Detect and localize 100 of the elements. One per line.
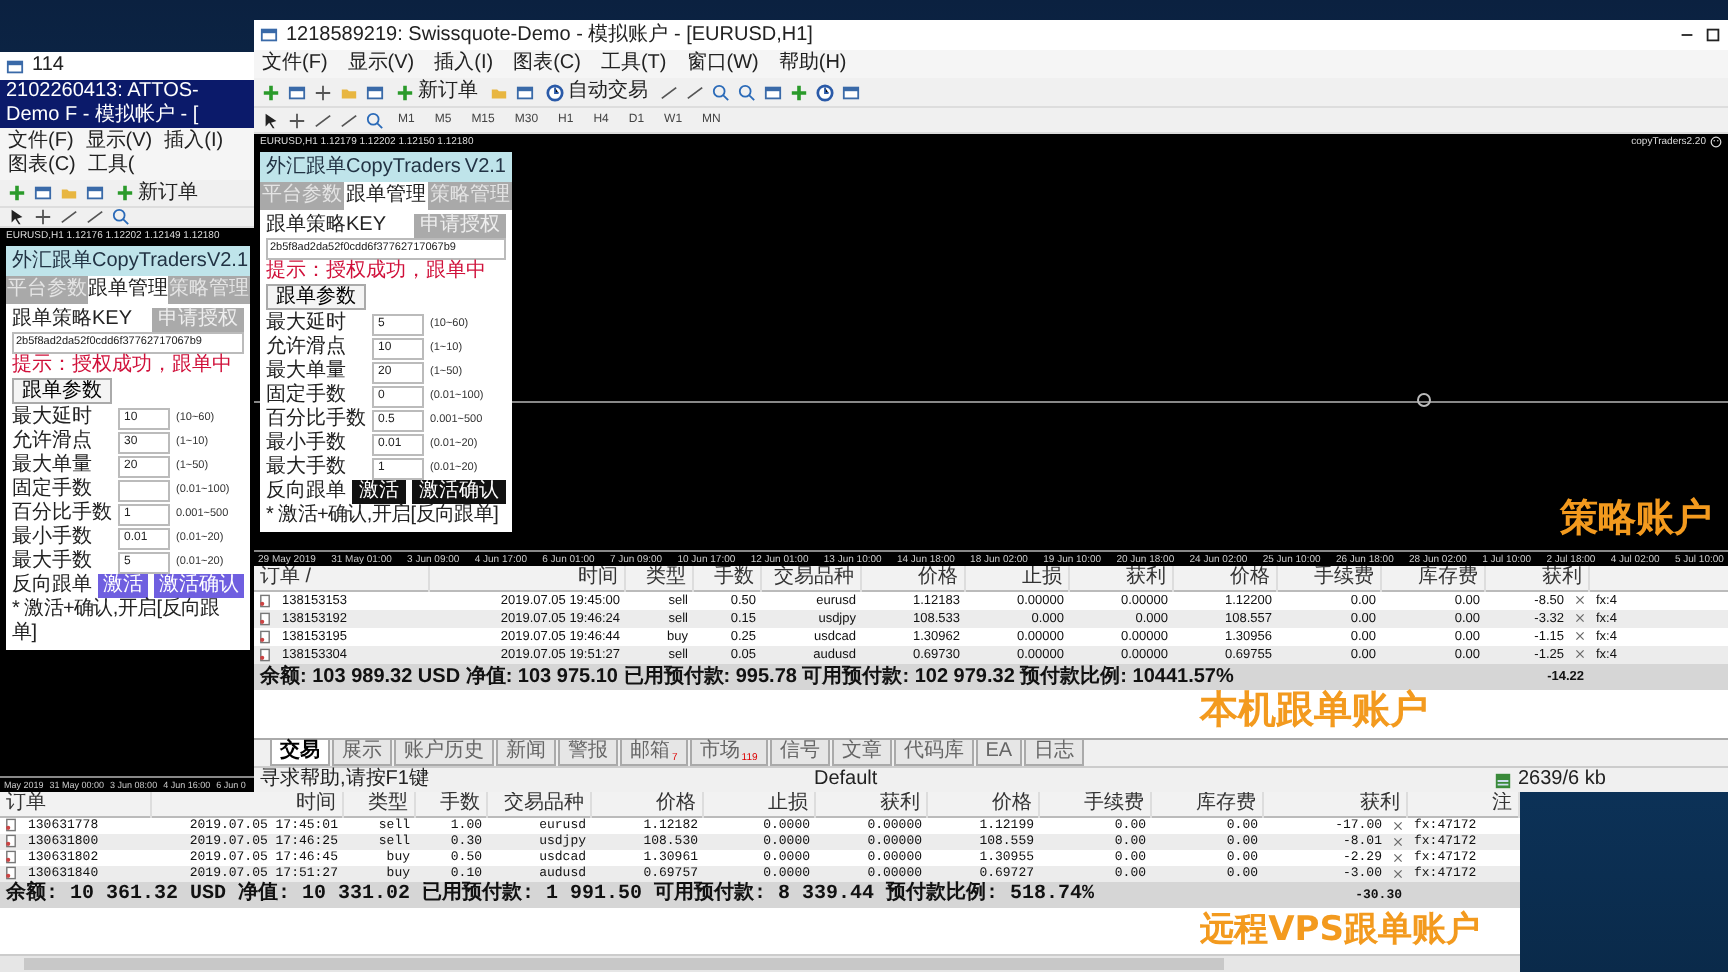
close-icon <box>1574 612 1586 625</box>
menu-item[interactable]: 插入(I) <box>164 130 224 154</box>
window-icon <box>842 83 860 101</box>
folder-icon <box>490 83 508 101</box>
folder-icon <box>60 184 78 202</box>
param-label: 固定手数 <box>266 384 348 407</box>
line-icon <box>340 111 358 129</box>
clock-icon <box>546 83 564 101</box>
zoom-in-icon <box>712 83 730 101</box>
status-tip: 提示：授权成功，跟单中 <box>12 354 232 378</box>
activate-button[interactable]: 激活 <box>352 480 406 504</box>
param-label: 最大单量 <box>12 454 94 477</box>
status-help: 寻求帮助,请按F1键 <box>258 768 431 792</box>
window-title: 2102260413: ATTOS-Demo F - 模拟帐户 - [ <box>6 80 201 128</box>
param-label: 最小手数 <box>266 432 348 455</box>
window-icon <box>764 83 782 101</box>
activate-button[interactable]: 激活 <box>98 574 148 598</box>
line-icon <box>686 83 704 101</box>
terminal-tab[interactable]: EA <box>975 740 1023 766</box>
window-title: 114 <box>32 54 66 78</box>
zoom-icon <box>112 208 130 226</box>
menu-item[interactable]: 工具( <box>87 154 135 178</box>
circle-marker-icon <box>1417 393 1431 407</box>
status-profile: Default <box>812 768 880 792</box>
close-icon <box>1574 630 1586 643</box>
status-traffic: 2639/6 kb <box>1518 768 1606 792</box>
table-caption: 远程VPS跟单账户 <box>1200 912 1480 952</box>
menu-item[interactable]: 显示(V) <box>347 52 415 76</box>
chart-caption: 策略账户 <box>1560 498 1712 542</box>
param-label: 最大延时 <box>12 406 94 429</box>
param-label: 固定手数 <box>12 478 94 501</box>
cursor-icon <box>8 208 26 226</box>
activate-button[interactable]: 激活确认 <box>154 574 244 598</box>
params-button[interactable]: 跟单参数 <box>12 378 112 404</box>
folder-icon <box>340 83 358 101</box>
close-icon <box>1392 851 1404 864</box>
cursor-icon <box>262 111 280 129</box>
line-icon <box>60 208 78 226</box>
reverse-label: 反向跟单 <box>12 574 92 598</box>
params-button[interactable]: 跟单参数 <box>266 284 366 310</box>
zoom-out-icon <box>738 83 756 101</box>
status-tip: 提示：授权成功，跟单中 <box>266 260 486 284</box>
window-icon <box>6 57 24 75</box>
terminal-tab[interactable]: 代码库 <box>893 740 974 766</box>
crosshair-icon <box>34 208 52 226</box>
account-summary: 余额: 10 361.32 USD 净值: 10 331.02 已用预付款: 1 991.50 可用预付款: 8 339.44 预付款比例: 518.74% <box>4 883 1097 907</box>
param-label: 最大单量 <box>266 360 348 383</box>
window-title: 1218589219: Swissquote-Demo - 模拟账户 - [EURUSD,H1] <box>286 23 815 47</box>
scrollbar[interactable] <box>0 954 1520 972</box>
terminal-tab[interactable]: 交易 <box>270 740 330 766</box>
menu-item[interactable]: 显示(V) <box>85 130 153 154</box>
window-icon <box>366 83 384 101</box>
window-icon <box>260 26 278 44</box>
param-label: 允许滑点 <box>266 336 348 359</box>
terminal-tab[interactable]: 警报 <box>558 740 618 766</box>
param-label: 允许滑点 <box>12 430 94 453</box>
line-icon <box>86 208 104 226</box>
line-icon <box>660 83 678 101</box>
plus-icon <box>262 83 280 101</box>
menu-item[interactable]: 文件(F) <box>262 52 328 76</box>
panel-title: 外汇跟单CopyTraders <box>266 155 461 179</box>
window-icon <box>86 184 104 202</box>
param-label: 最大手数 <box>266 456 348 479</box>
param-label: 百分比手数 <box>12 502 112 525</box>
maximize-icon <box>1704 26 1722 44</box>
new-order-button[interactable]: 新订单 <box>392 80 482 104</box>
crosshair-icon <box>288 111 306 129</box>
key-label: 跟单策略KEY <box>12 308 133 332</box>
terminal-tab[interactable]: 文章 <box>831 740 892 766</box>
menu-item[interactable]: 文件(F) <box>8 130 74 154</box>
crosshair-icon <box>314 83 332 101</box>
menu-item[interactable]: 工具(T) <box>600 52 667 76</box>
terminal-tab[interactable]: 信号 <box>769 740 830 766</box>
terminal-tab[interactable]: 日志 <box>1024 740 1085 766</box>
terminal-tab[interactable]: 账户历史 <box>394 740 494 766</box>
plus-icon <box>396 83 414 101</box>
menu-item[interactable]: 图表(C) <box>513 52 581 76</box>
clock-icon <box>816 83 834 101</box>
menu-item[interactable]: 图表(C) <box>8 154 76 178</box>
plus-icon <box>790 83 808 101</box>
panel-version: V2.1 <box>464 155 506 179</box>
account-summary: 余额: 103 989.32 USD 净值: 103 975.10 已用预付款: 995.78 可用预付款: 102 979.32 预付款比例: 10441.57% <box>258 665 1236 689</box>
param-label: 百分比手数 <box>266 408 366 431</box>
new-order-button[interactable]: 新订单 <box>112 181 202 205</box>
auto-trade-button[interactable]: 自动交易 <box>542 80 652 104</box>
panel-title: 外汇跟单CopyTraders <box>12 249 207 273</box>
terminal-tab[interactable]: 新闻 <box>496 740 556 766</box>
param-label: 最大手数 <box>12 550 94 573</box>
terminal-tab[interactable]: 展示 <box>332 740 392 766</box>
menu-item[interactable]: 插入(I) <box>434 52 494 76</box>
param-label: 最大延时 <box>266 312 348 335</box>
panel-version: V2.1 <box>206 249 249 273</box>
param-field[interactable] <box>118 479 170 501</box>
param-label: 最小手数 <box>12 526 94 549</box>
menu-item[interactable]: 帮助(H) <box>778 52 847 76</box>
menu-item[interactable]: 窗口(W) <box>686 52 759 76</box>
table-caption: 本机跟单账户 <box>1200 690 1428 734</box>
activate-button[interactable]: 激活确认 <box>412 480 506 504</box>
key-label: 跟单策略KEY <box>266 214 387 238</box>
plus-icon <box>8 184 26 202</box>
